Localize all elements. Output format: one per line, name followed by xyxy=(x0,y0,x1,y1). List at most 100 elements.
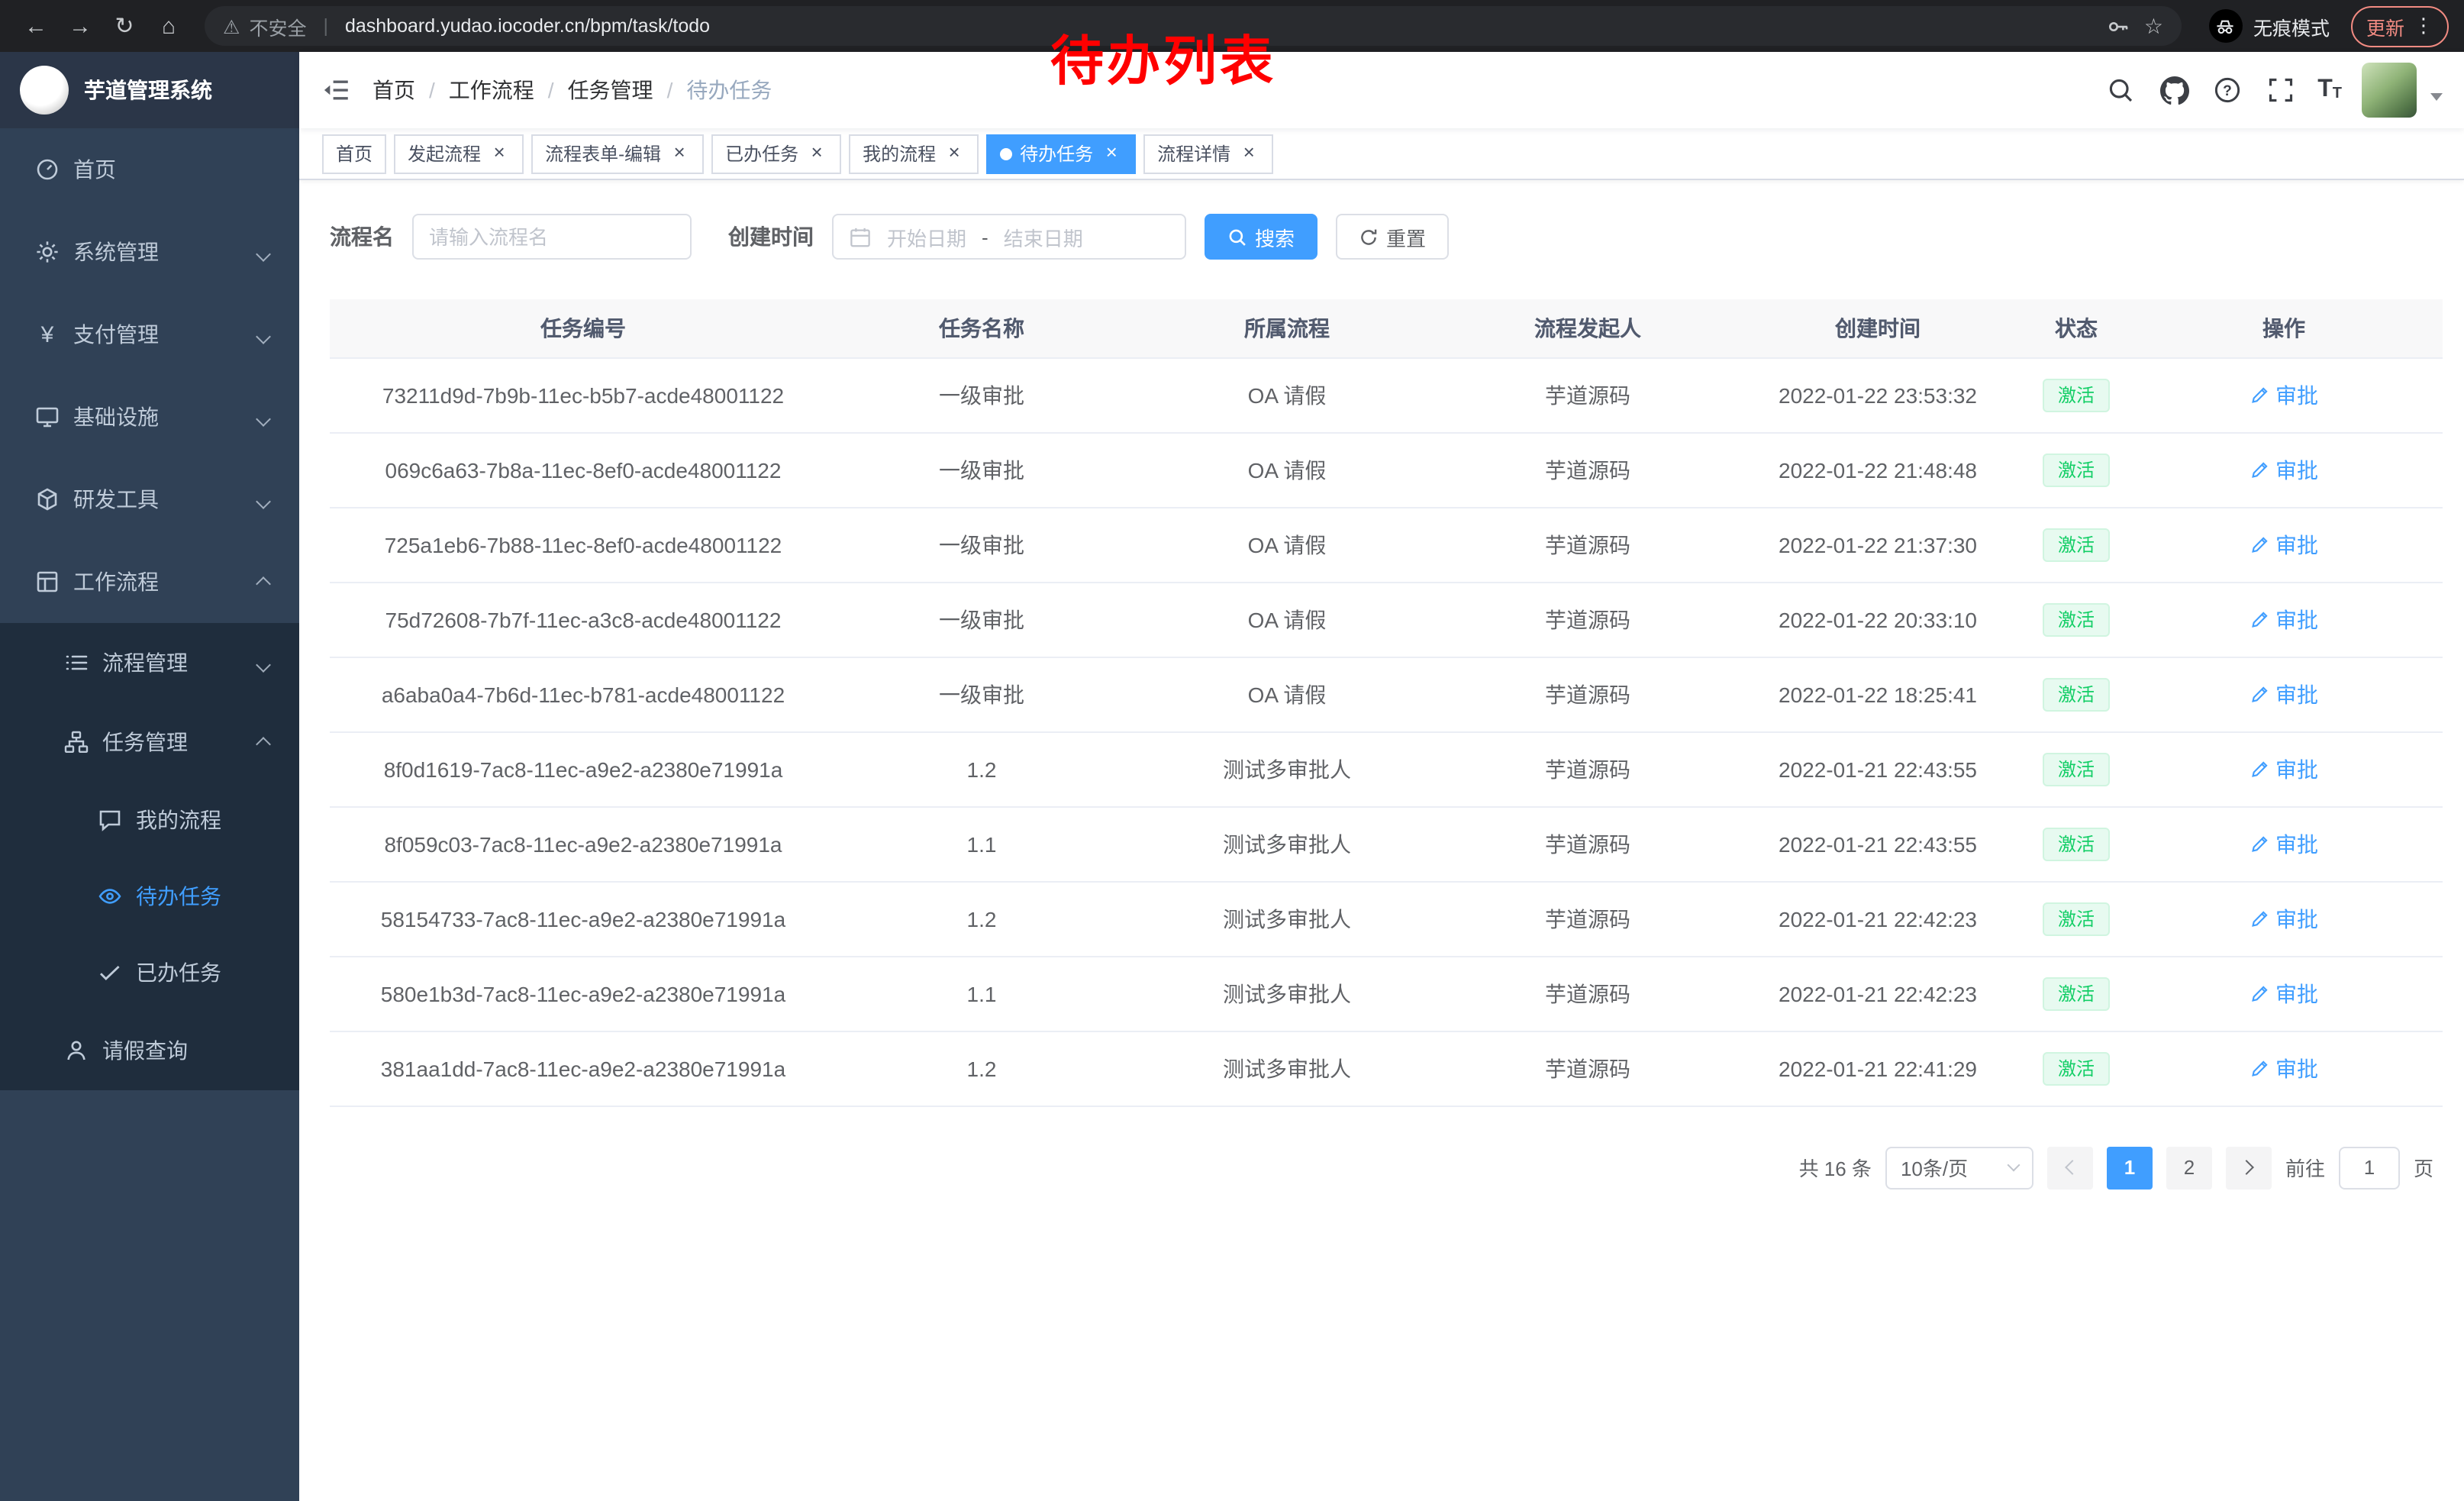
sidebar-item-infrastructure[interactable]: 基础设施 xyxy=(0,376,299,458)
key-icon[interactable] xyxy=(2101,9,2135,43)
table-row: 75d72608-7b7f-11ec-a3c8-acde48001122 一级审… xyxy=(330,582,2443,657)
sidebar-item-done-tasks[interactable]: 已办任务 xyxy=(0,934,299,1011)
reload-icon[interactable]: ↻ xyxy=(104,5,145,47)
page-button-2[interactable]: 2 xyxy=(2166,1146,2212,1189)
range-separator: - xyxy=(982,225,989,248)
sidebar-item-task-management[interactable]: 任务管理 xyxy=(0,702,299,782)
created-cell: 2022-01-22 21:37:30 xyxy=(1728,507,2027,582)
logo-image xyxy=(20,66,69,115)
fullscreen-icon[interactable] xyxy=(2264,73,2298,107)
tab-done-tasks[interactable]: 已办任务 × xyxy=(711,134,841,173)
tab-start-process[interactable]: 发起流程 × xyxy=(394,134,524,173)
initiator-cell: 芋道源码 xyxy=(1447,582,1728,657)
approve-link[interactable]: 审批 xyxy=(2250,1053,2318,1083)
created-cell: 2022-01-21 22:42:23 xyxy=(1728,956,2027,1031)
sidebar-item-process-management[interactable]: 流程管理 xyxy=(0,623,299,702)
tab-close-icon[interactable]: × xyxy=(806,143,827,164)
task-name-cell: 一级审批 xyxy=(837,507,1127,582)
breadcrumb-item-workflow[interactable]: 工作流程 xyxy=(449,75,534,105)
sidebar-item-workflow[interactable]: 工作流程 xyxy=(0,541,299,623)
sidebar-item-my-processes[interactable]: 我的流程 xyxy=(0,782,299,858)
tab-home[interactable]: 首页 xyxy=(322,134,386,173)
edit-icon xyxy=(2250,834,2269,854)
browser-menu-icon[interactable]: ⋮ xyxy=(2414,14,2433,38)
breadcrumb-item-home[interactable]: 首页 xyxy=(373,75,415,105)
task-name-cell: 1.1 xyxy=(837,806,1127,881)
reset-button[interactable]: 重置 xyxy=(1336,214,1449,260)
table-row: 8f0d1619-7ac8-11ec-a9e2-a2380e71991a 1.2… xyxy=(330,731,2443,806)
approve-link[interactable]: 审批 xyxy=(2250,379,2318,410)
tab-todo-tasks[interactable]: 待办任务 × xyxy=(986,134,1136,173)
sidebar-item-system[interactable]: 系统管理 xyxy=(0,211,299,293)
security-label: 不安全 xyxy=(249,11,306,40)
tab-my-processes[interactable]: 我的流程 × xyxy=(849,134,979,173)
sidebar-item-leave-query[interactable]: 请假查询 xyxy=(0,1011,299,1090)
page-button-1[interactable]: 1 xyxy=(2107,1146,2153,1189)
edit-icon xyxy=(2250,460,2269,479)
edit-icon xyxy=(2250,609,2269,629)
breadcrumb-item-task-management[interactable]: 任务管理 xyxy=(568,75,653,105)
approve-link[interactable]: 审批 xyxy=(2250,828,2318,859)
update-button[interactable]: 更新 ⋮ xyxy=(2351,5,2449,47)
github-icon[interactable] xyxy=(2157,73,2191,107)
breadcrumb: 首页 / 工作流程 / 任务管理 / 待办任务 xyxy=(373,75,772,105)
navbar: 首页 / 工作流程 / 任务管理 / 待办任务 ? xyxy=(299,52,2464,128)
chevron-up-icon xyxy=(258,570,269,594)
edit-icon xyxy=(2250,1058,2269,1078)
sidebar-item-label: 已办任务 xyxy=(136,957,221,988)
goto-page-input[interactable] xyxy=(2339,1146,2400,1189)
task-name-cell: 1.1 xyxy=(837,956,1127,1031)
task-id-cell: 381aa1dd-7ac8-11ec-a9e2-a2380e71991a xyxy=(330,1031,837,1106)
address-bar[interactable]: ⚠ 不安全 | dashboard.yudao.iocoder.cn/bpm/t… xyxy=(205,6,2182,46)
task-name-cell: 1.2 xyxy=(837,1031,1127,1106)
search-button[interactable]: 搜索 xyxy=(1205,214,1317,260)
approve-link[interactable]: 审批 xyxy=(2250,529,2318,560)
sidebar-item-todo-tasks[interactable]: 待办任务 xyxy=(0,858,299,934)
approve-link[interactable]: 审批 xyxy=(2250,978,2318,1009)
chevron-down-icon xyxy=(258,405,269,429)
process-cell: OA 请假 xyxy=(1127,582,1447,657)
tab-close-icon[interactable]: × xyxy=(1101,143,1122,164)
date-range-picker[interactable]: 开始日期 - 结束日期 xyxy=(832,214,1186,260)
home-icon[interactable]: ⌂ xyxy=(148,5,189,47)
eye-icon xyxy=(98,884,122,909)
table-row: 381aa1dd-7ac8-11ec-a9e2-a2380e71991a 1.2… xyxy=(330,1031,2443,1106)
bookmark-star-icon[interactable]: ☆ xyxy=(2144,13,2163,39)
edit-icon xyxy=(2250,759,2269,779)
process-name-input[interactable] xyxy=(412,214,692,260)
tab-close-icon[interactable]: × xyxy=(943,143,965,164)
approve-link[interactable]: 审批 xyxy=(2250,679,2318,709)
search-icon[interactable] xyxy=(2104,73,2137,107)
task-name-cell: 一级审批 xyxy=(837,582,1127,657)
page-size-select[interactable]: 10条/页 xyxy=(1885,1146,2033,1189)
next-page-button[interactable] xyxy=(2226,1146,2272,1189)
tab-close-icon[interactable]: × xyxy=(669,143,690,164)
tab-close-icon[interactable]: × xyxy=(489,143,510,164)
prev-page-button[interactable] xyxy=(2047,1146,2093,1189)
avatar[interactable] xyxy=(2362,63,2417,118)
sidebar-item-devtools[interactable]: 研发工具 xyxy=(0,458,299,541)
task-name-cell: 一级审批 xyxy=(837,657,1127,731)
tab-close-icon[interactable]: × xyxy=(1238,143,1259,164)
chevron-down-icon xyxy=(2007,1159,2020,1172)
approve-link-label: 审批 xyxy=(2275,604,2318,634)
approve-link[interactable]: 审批 xyxy=(2250,604,2318,634)
sidebar-item-home[interactable]: 首页 xyxy=(0,128,299,211)
back-icon[interactable]: ← xyxy=(15,5,56,47)
approve-link[interactable]: 审批 xyxy=(2250,754,2318,784)
font-size-icon[interactable]: TT xyxy=(2317,78,2342,102)
help-icon[interactable]: ? xyxy=(2211,73,2244,107)
chevron-down-icon xyxy=(258,322,269,347)
table-header-row: 任务编号 任务名称 所属流程 流程发起人 创建时间 状态 操作 xyxy=(330,299,2443,357)
approve-link[interactable]: 审批 xyxy=(2250,454,2318,485)
breadcrumb-separator: / xyxy=(667,78,673,102)
avatar-caret-icon[interactable] xyxy=(2430,92,2443,106)
initiator-cell: 芋道源码 xyxy=(1447,956,1728,1031)
sidebar-item-payment[interactable]: ¥ 支付管理 xyxy=(0,293,299,376)
sidebar-toggle-icon[interactable] xyxy=(299,52,373,128)
status-badge: 激活 xyxy=(2043,602,2110,636)
tab-process-detail[interactable]: 流程详情 × xyxy=(1143,134,1273,173)
forward-icon[interactable]: → xyxy=(60,5,101,47)
tab-form-edit[interactable]: 流程表单-编辑 × xyxy=(531,134,704,173)
approve-link[interactable]: 审批 xyxy=(2250,903,2318,934)
